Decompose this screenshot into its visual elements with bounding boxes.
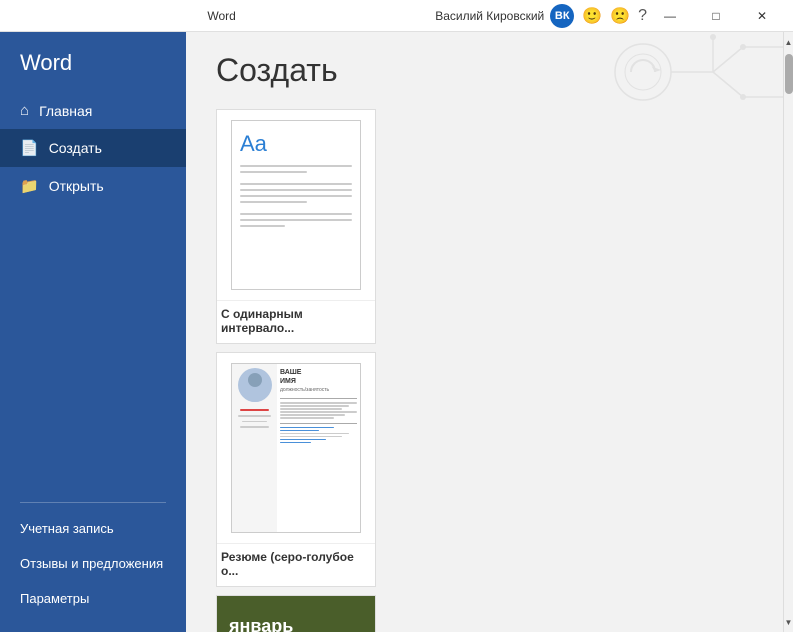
- emoji-happy-icon[interactable]: 🙂: [582, 6, 602, 26]
- template-card-single-space[interactable]: Aa: [216, 109, 763, 352]
- home-icon: ⌂: [20, 102, 29, 119]
- template-thumbnail-3[interactable]: январь: [216, 595, 376, 632]
- titlebar-center: Word: [8, 9, 435, 23]
- sidebar-divider: [20, 502, 166, 503]
- create-icon: 📄: [20, 139, 39, 157]
- resume-preview: ВАШЕИМЯ должность/занятость: [231, 363, 361, 533]
- window-controls: — □ ✕: [647, 0, 785, 32]
- sidebar-item-home[interactable]: ⌂ Главная: [0, 92, 186, 129]
- sidebar-bottom: Учетная запись Отзывы и предложения Пара…: [0, 511, 186, 632]
- maximize-button[interactable]: □: [693, 0, 739, 32]
- app-title-bar: Word: [207, 9, 235, 23]
- user-name: Василий Кировский: [435, 9, 544, 23]
- sidebar-label-open: Открыть: [49, 178, 104, 194]
- doc-preview-1: Aa: [231, 120, 361, 290]
- open-icon: 📁: [20, 177, 39, 195]
- template-thumbnail-2[interactable]: ВАШЕИМЯ должность/занятость: [216, 352, 376, 587]
- sidebar-label-feedback: Отзывы и предложения: [20, 556, 163, 571]
- sidebar-nav: ⌂ Главная 📄 Создать 📁 Открыть: [0, 92, 186, 494]
- app-layout: Word ⌂ Главная 📄 Создать 📁 Открыть Учетн…: [0, 32, 793, 632]
- sidebar-item-open[interactable]: 📁 Открыть: [0, 167, 186, 205]
- main-content: Создать: [186, 32, 793, 632]
- template-label-2: Резюме (серо-голубое о...: [217, 543, 375, 586]
- sidebar-item-settings[interactable]: Параметры: [0, 581, 186, 616]
- sidebar: Word ⌂ Главная 📄 Создать 📁 Открыть Учетн…: [0, 32, 186, 632]
- titlebar-icons: 🙂 🙁 ?: [582, 6, 647, 26]
- template-card-resume[interactable]: ВАШЕИМЯ должность/занятость: [216, 352, 763, 595]
- decorative-circuit: [593, 32, 793, 112]
- minimize-button[interactable]: —: [647, 0, 693, 32]
- scroll-down-button[interactable]: ▼: [784, 614, 793, 630]
- template-label-1: С одинарным интервало...: [217, 300, 375, 343]
- help-icon[interactable]: ?: [638, 7, 647, 25]
- templates-area: Aa: [186, 99, 793, 632]
- sidebar-item-feedback[interactable]: Отзывы и предложения: [0, 546, 186, 581]
- titlebar: Word Василий Кировский ВК 🙂 🙁 ? — □ ✕: [0, 0, 793, 32]
- main-header: Создать: [186, 32, 793, 99]
- scrollbar[interactable]: ▲ ▼: [783, 32, 793, 632]
- sidebar-app-title: Word: [0, 32, 186, 92]
- user-avatar[interactable]: ВК: [550, 4, 574, 28]
- template-card-calendar[interactable]: январь: [216, 595, 763, 632]
- sidebar-label-account: Учетная запись: [20, 521, 114, 536]
- user-info: Василий Кировский ВК: [435, 4, 574, 28]
- sidebar-item-create[interactable]: 📄 Создать: [0, 129, 186, 167]
- template-thumbnail-1[interactable]: Aa: [216, 109, 376, 344]
- sidebar-label-settings: Параметры: [20, 591, 89, 606]
- calendar-header: январь: [217, 596, 375, 632]
- sidebar-item-account[interactable]: Учетная запись: [0, 511, 186, 546]
- scroll-up-button[interactable]: ▲: [784, 34, 793, 50]
- sidebar-label-create: Создать: [49, 140, 102, 156]
- emoji-sad-icon[interactable]: 🙁: [610, 6, 630, 26]
- resume-avatar: [238, 368, 272, 402]
- scroll-thumb[interactable]: [785, 54, 793, 94]
- sidebar-label-home: Главная: [39, 103, 92, 119]
- close-button[interactable]: ✕: [739, 0, 785, 32]
- calendar-month-label: январь: [229, 616, 293, 632]
